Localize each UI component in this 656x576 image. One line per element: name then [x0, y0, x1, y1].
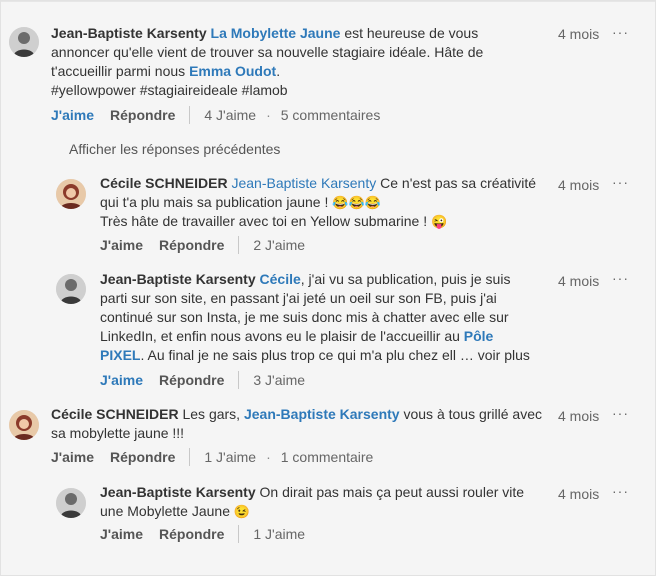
- mention-person[interactable]: Jean-Baptiste Karsenty: [244, 406, 400, 422]
- timestamp: 4 mois: [558, 177, 600, 193]
- comment-text: . Au final je ne sais plus trop ce qui m…: [140, 347, 456, 363]
- author-name[interactable]: Jean-Baptiste Karsenty: [100, 484, 256, 500]
- reply-actions: J'aime Répondre 2 J'aime: [100, 236, 305, 254]
- see-more-link[interactable]: … voir plus: [460, 347, 530, 363]
- like-button[interactable]: J'aime: [100, 237, 143, 253]
- reply-button[interactable]: Répondre: [110, 449, 175, 465]
- author-name[interactable]: Jean-Baptiste Karsenty: [100, 271, 256, 287]
- reply-text: Jean-Baptiste Karsenty Cécile, j'ai vu s…: [100, 270, 555, 365]
- like-button[interactable]: J'aime: [100, 372, 143, 388]
- mention-organization[interactable]: PIXEL: [100, 347, 140, 363]
- comment-text: qui t'a plu mais sa publication jaune !: [100, 194, 333, 210]
- mention-company[interactable]: La Mobylette Jaune: [211, 25, 341, 41]
- comment-text-block: Cécile SCHNEIDER Les gars, Jean-Baptiste…: [51, 405, 551, 443]
- reply-actions: J'aime Répondre 3 J'aime: [100, 371, 305, 389]
- comment-text: t'accueillir parmi nous: [51, 63, 190, 79]
- timestamp: 4 mois: [558, 273, 600, 289]
- comments-count[interactable]: 5 commentaires: [281, 107, 381, 123]
- separator-dot: ·: [266, 449, 271, 465]
- post-actions: J'aime Répondre 4 J'aime · 5 commentaire…: [51, 106, 380, 124]
- ellipsis-icon[interactable]: ···: [612, 483, 629, 499]
- mention-person[interactable]: Cécile: [260, 271, 301, 287]
- comment-text: est heureuse de vous: [340, 25, 479, 41]
- show-previous-replies-link[interactable]: Afficher les réponses précédentes: [69, 141, 280, 157]
- post-text: Jean-Baptiste Karsenty La Mobylette Jaun…: [51, 24, 551, 100]
- likes-count[interactable]: 1 J'aime: [253, 526, 305, 542]
- author-name[interactable]: Cécile SCHNEIDER: [51, 406, 179, 422]
- laugh-emoji: 😂😂😂: [332, 195, 381, 210]
- avatar-jean-baptiste[interactable]: [9, 27, 39, 57]
- timestamp: 4 mois: [558, 26, 600, 42]
- reply-button[interactable]: Répondre: [159, 526, 224, 542]
- mention-person[interactable]: Emma Oudot: [189, 63, 276, 79]
- ellipsis-icon[interactable]: ···: [612, 174, 629, 190]
- likes-count[interactable]: 3 J'aime: [253, 372, 305, 388]
- avatar-cecile[interactable]: [9, 410, 39, 440]
- likes-count[interactable]: 2 J'aime: [253, 237, 305, 253]
- comments-panel: Jean-Baptiste Karsenty La Mobylette Jaun…: [0, 0, 656, 576]
- divider: [189, 448, 191, 466]
- comment-text: annoncer qu'elle vient de trouver sa nou…: [51, 44, 484, 60]
- comment-actions: J'aime Répondre 1 J'aime · 1 commentaire: [51, 448, 373, 466]
- comment-text: vous à tous grillé avec: [399, 406, 542, 422]
- author-name[interactable]: Jean-Baptiste Karsenty: [51, 25, 207, 41]
- divider: [189, 106, 191, 124]
- comment-text: une Mobylette Jaune: [100, 503, 234, 519]
- author-name[interactable]: Cécile SCHNEIDER: [100, 175, 228, 191]
- hashtags[interactable]: #yellowpower #stagiaireideale #lamob: [51, 82, 288, 98]
- comment-text: , j'ai vu sa publication, puis je suis: [300, 271, 511, 287]
- comment-text: parti sur son site, en passant j'ai jeté…: [100, 290, 497, 306]
- ellipsis-icon[interactable]: ···: [612, 24, 629, 40]
- comment-text: .: [276, 63, 281, 79]
- comment-text: LinkedIn, et enfin nous avons eu le plai…: [100, 328, 464, 344]
- likes-count[interactable]: 4 J'aime: [204, 107, 256, 123]
- comment-text: Les gars,: [178, 406, 244, 422]
- reply-actions: J'aime Répondre 1 J'aime: [100, 525, 305, 543]
- avatar-cecile[interactable]: [56, 179, 86, 209]
- like-button[interactable]: J'aime: [51, 449, 94, 465]
- reply-button[interactable]: Répondre: [159, 372, 224, 388]
- reply-button[interactable]: Répondre: [110, 107, 175, 123]
- comment-text: sa mobylette jaune !!!: [51, 425, 185, 441]
- ellipsis-icon[interactable]: ···: [612, 270, 629, 286]
- reply-text: Jean-Baptiste Karsenty On dirait pas mai…: [100, 483, 555, 521]
- comment-text: Ce n'est pas sa créativité: [376, 175, 537, 191]
- timestamp: 4 mois: [558, 408, 600, 424]
- comments-count[interactable]: 1 commentaire: [281, 449, 374, 465]
- comment-text: Très hâte de travailler avec toi en Yell…: [100, 213, 431, 229]
- mention-organization[interactable]: Pôle: [464, 328, 494, 344]
- timestamp: 4 mois: [558, 486, 600, 502]
- ellipsis-icon[interactable]: ···: [612, 405, 629, 421]
- reply-button[interactable]: Répondre: [159, 237, 224, 253]
- mention-person[interactable]: Jean-Baptiste Karsenty: [231, 175, 376, 191]
- tongue-emoji: 😜: [431, 214, 448, 229]
- reply-text: Cécile SCHNEIDER Jean-Baptiste Karsenty …: [100, 174, 555, 231]
- comment-text: continué sur son Insta, je me suis donc …: [100, 309, 509, 325]
- separator-dot: ·: [266, 107, 271, 123]
- likes-count[interactable]: 1 J'aime: [204, 449, 256, 465]
- avatar-jean-baptiste[interactable]: [56, 274, 86, 304]
- divider: [238, 371, 240, 389]
- divider: [238, 236, 240, 254]
- comment-text: On dirait pas mais ça peut aussi rouler …: [255, 484, 525, 500]
- divider: [238, 525, 240, 543]
- like-button[interactable]: J'aime: [100, 526, 143, 542]
- divider: [1, 1, 655, 2]
- like-button[interactable]: J'aime: [51, 107, 94, 123]
- wink-emoji: 😉: [233, 504, 251, 519]
- avatar-jean-baptiste[interactable]: [56, 488, 86, 518]
